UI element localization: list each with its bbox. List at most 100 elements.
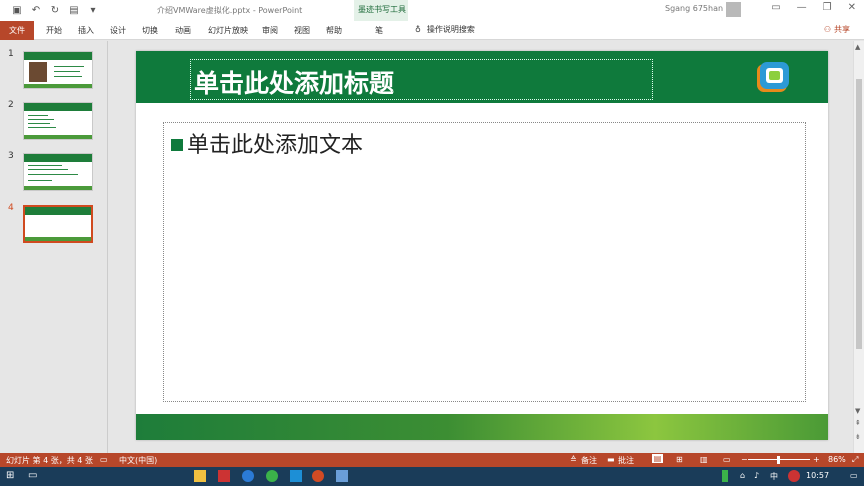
thumb-line [28,115,48,116]
customize-qat-icon[interactable]: ▾ [86,3,100,17]
windows-start-icon[interactable]: ⊞ [6,470,18,482]
chrome-icon[interactable] [266,470,278,482]
vertical-scrollbar[interactable]: ▲ ▼ ⇞ ⇟ [853,41,864,453]
lightbulb-icon: ♁ [415,25,421,34]
thumb-line [28,174,78,175]
slide-thumbnail-1[interactable] [23,51,93,89]
app-icon[interactable] [336,470,348,482]
zoom-in-icon[interactable]: + [813,455,820,464]
thumb-line [28,127,56,128]
notifications-icon[interactable]: ▭ [850,471,858,480]
network-icon[interactable]: ⌂ [740,471,745,480]
slideshow-icon[interactable]: ▭ [723,455,731,464]
tab-slideshow[interactable]: 幻灯片放映 [208,25,248,36]
volume-icon[interactable]: ♪ [754,471,759,480]
vmware-logo-icon [757,62,789,92]
tab-design[interactable]: 设计 [110,25,126,36]
avatar[interactable] [726,2,741,17]
task-view-icon[interactable]: ▭ [28,470,40,482]
tab-insert[interactable]: 插入 [78,25,94,36]
slide-header-band: 单击此处添加标题 [136,51,828,103]
undo-icon[interactable]: ↶ [29,3,43,17]
minimize-icon[interactable]: — [797,2,807,13]
slide-canvas: 单击此处添加标题 单击此处添加文本 [108,41,853,453]
tab-view[interactable]: 视图 [294,25,310,36]
tab-pen[interactable]: 笔 [375,25,383,36]
slide-sorter-icon[interactable]: ⊞ [676,455,683,464]
comments-button[interactable]: 批注 [618,455,634,466]
zoom-slider-knob[interactable] [777,456,780,464]
thumb-header [24,154,92,162]
person-icon: ⚇ [823,25,831,34]
context-group-label: 墨迹书写工具 [358,5,406,14]
thumb-line [54,66,84,67]
title-placeholder[interactable]: 单击此处添加标题 [190,59,653,100]
scroll-down-icon[interactable]: ▼ [855,407,860,415]
user-name[interactable]: Sgang 675han [665,4,723,13]
language-status[interactable]: 中文(中国) [119,455,157,466]
slide-footer-band [136,414,828,440]
thumb-number: 3 [8,151,14,161]
notes-button[interactable]: 备注 [581,455,597,466]
tab-help[interactable]: 帮助 [326,25,342,36]
thumb-line [28,123,50,124]
spelling-icon[interactable]: ▭ [100,455,108,464]
normal-view-icon[interactable]: ▤ [652,454,663,463]
thumb-footer [25,237,91,241]
share-button[interactable]: ⚇ 共享 [824,24,850,35]
tell-me-label: 操作说明搜索 [426,25,475,34]
thumb-line [54,71,80,72]
next-slide-icon[interactable]: ⇟ [855,433,861,441]
body-placeholder-text: 单击此处添加文本 [171,127,363,159]
restore-icon[interactable]: ❐ [823,2,832,13]
slide[interactable]: 单击此处添加标题 单击此处添加文本 [136,51,828,440]
thumb-footer [24,84,92,88]
window-title: 介绍VMWare虚拟化.pptx - PowerPoint [157,6,303,15]
store-icon[interactable] [290,470,302,482]
comments-icon[interactable]: ▬ [607,455,615,464]
thumb-number: 1 [8,49,14,59]
scroll-thumb[interactable] [856,79,862,349]
thumb-line [54,76,82,77]
thumb-photo [29,62,47,82]
start-from-beginning-icon[interactable]: ▤ [67,3,81,17]
media-app-icon[interactable] [218,470,230,482]
quick-access-toolbar: ▣ ↶ ↻ ▤ ▾ [10,3,100,17]
ime-indicator[interactable]: 中 [770,471,778,482]
ribbon-display-icon[interactable]: ▭ [771,2,780,13]
thumb-line [28,165,62,166]
thumb-line [28,169,68,170]
powerpoint-taskbar-icon[interactable] [312,470,324,482]
input-method-icon[interactable] [788,470,800,482]
battery-icon[interactable] [722,470,728,482]
tell-me-search[interactable]: ♁ 操作说明搜索 [415,24,475,35]
close-icon[interactable]: ✕ [848,2,856,13]
zoom-out-icon[interactable]: − [741,455,748,464]
file-explorer-icon[interactable] [194,470,206,482]
notes-icon[interactable]: ≙ [570,455,577,464]
scroll-up-icon[interactable]: ▲ [855,43,860,51]
zoom-level[interactable]: 86% [828,455,846,464]
taskbar: ⊞ ▭ ⌂ ♪ 中 10:57 ▭ [0,467,864,486]
save-icon[interactable]: ▣ [10,3,24,17]
edge-icon[interactable] [242,470,254,482]
slide-thumbnail-3[interactable] [23,153,93,191]
thumb-header [25,207,91,215]
tab-review[interactable]: 审阅 [262,25,278,36]
redo-icon[interactable]: ↻ [48,3,62,17]
square-bullet-icon [171,139,183,151]
status-bar: 幻灯片 第 4 张，共 4 张 ▭ 中文(中国) ≙ 备注 ▬ 批注 ▤ ⊞ ▥… [0,453,864,467]
body-placeholder[interactable]: 单击此处添加文本 [163,122,806,402]
tab-file[interactable]: 文件 [0,21,34,40]
reading-view-icon[interactable]: ▥ [700,455,708,464]
slide-thumbnail-4[interactable] [23,205,93,243]
slide-thumbnail-2[interactable] [23,102,93,140]
thumb-header [24,103,92,111]
fit-to-window-icon[interactable]: ⤢ [852,455,858,465]
tab-animations[interactable]: 动画 [175,25,191,36]
tab-transitions[interactable]: 切换 [142,25,158,36]
previous-slide-icon[interactable]: ⇞ [855,419,861,427]
share-label: 共享 [834,25,850,34]
clock[interactable]: 10:57 [806,471,829,480]
tab-home[interactable]: 开始 [46,25,62,36]
